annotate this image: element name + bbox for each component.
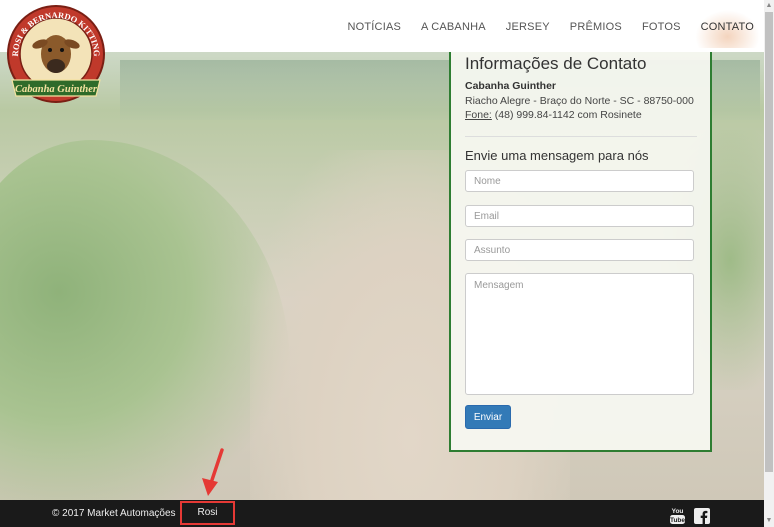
phone-value: (48) 999.84-1142 com Rosinete <box>494 109 642 121</box>
nav-item-jersey[interactable]: JERSEY <box>496 0 560 52</box>
message-textarea[interactable] <box>465 273 694 395</box>
footer: © 2017 Market Automações Rosi You Tube <box>0 500 764 527</box>
annotation-arrow-icon <box>202 448 224 496</box>
address-line: Riacho Alegre - Braço do Norte - SC - 88… <box>465 94 694 107</box>
company-name: Cabanha Guinther <box>465 80 557 92</box>
contact-address-block: Cabanha Guinther Riacho Alegre - Braço d… <box>465 79 694 123</box>
send-button[interactable]: Enviar <box>465 405 511 429</box>
main-nav: NOTÍCIAS A CABANHA JERSEY PRÊMIOS FOTOS … <box>337 0 764 52</box>
nav-item-noticias[interactable]: NOTÍCIAS <box>337 0 411 52</box>
phone-label: Fone: <box>465 109 492 121</box>
scroll-thumb[interactable] <box>765 12 773 472</box>
rosi-link-highlighted[interactable]: Rosi <box>180 501 235 525</box>
copyright-text: © 2017 Market Automações <box>52 508 176 519</box>
svg-text:You: You <box>672 508 684 515</box>
phone-line: Fone: (48) 999.84-1142 com Rosinete <box>465 108 694 123</box>
form-title: Envie uma mensagem para nós <box>465 148 649 163</box>
contact-title: Informações de Contato <box>465 54 647 73</box>
subject-input[interactable] <box>465 239 694 261</box>
youtube-icon[interactable]: You Tube <box>669 506 686 525</box>
name-input[interactable] <box>465 170 694 192</box>
cabanha-logo[interactable]: ROSI & BERNARDO KITTING Cabanha Guinther <box>4 4 108 104</box>
scroll-up-arrow-icon[interactable]: ▲ <box>764 0 774 12</box>
background-corn-field <box>0 140 290 500</box>
nav-item-fotos[interactable]: FOTOS <box>632 0 691 52</box>
svg-text:Tube: Tube <box>670 517 685 524</box>
contact-panel: Informações de Contato Cabanha Guinther … <box>449 52 712 452</box>
section-divider <box>465 136 697 137</box>
nav-item-premios[interactable]: PRÊMIOS <box>560 0 632 52</box>
vertical-scrollbar[interactable]: ▲ ▼ <box>764 0 774 527</box>
scroll-down-arrow-icon[interactable]: ▼ <box>764 515 774 527</box>
nav-item-contato[interactable]: CONTATO <box>691 0 764 52</box>
nav-item-a-cabanha[interactable]: A CABANHA <box>411 0 496 52</box>
logo-text-bottom: Cabanha Guinther <box>15 84 98 95</box>
top-navbar: NOTÍCIAS A CABANHA JERSEY PRÊMIOS FOTOS … <box>0 0 764 52</box>
facebook-icon[interactable] <box>694 508 710 524</box>
email-input[interactable] <box>465 205 694 227</box>
